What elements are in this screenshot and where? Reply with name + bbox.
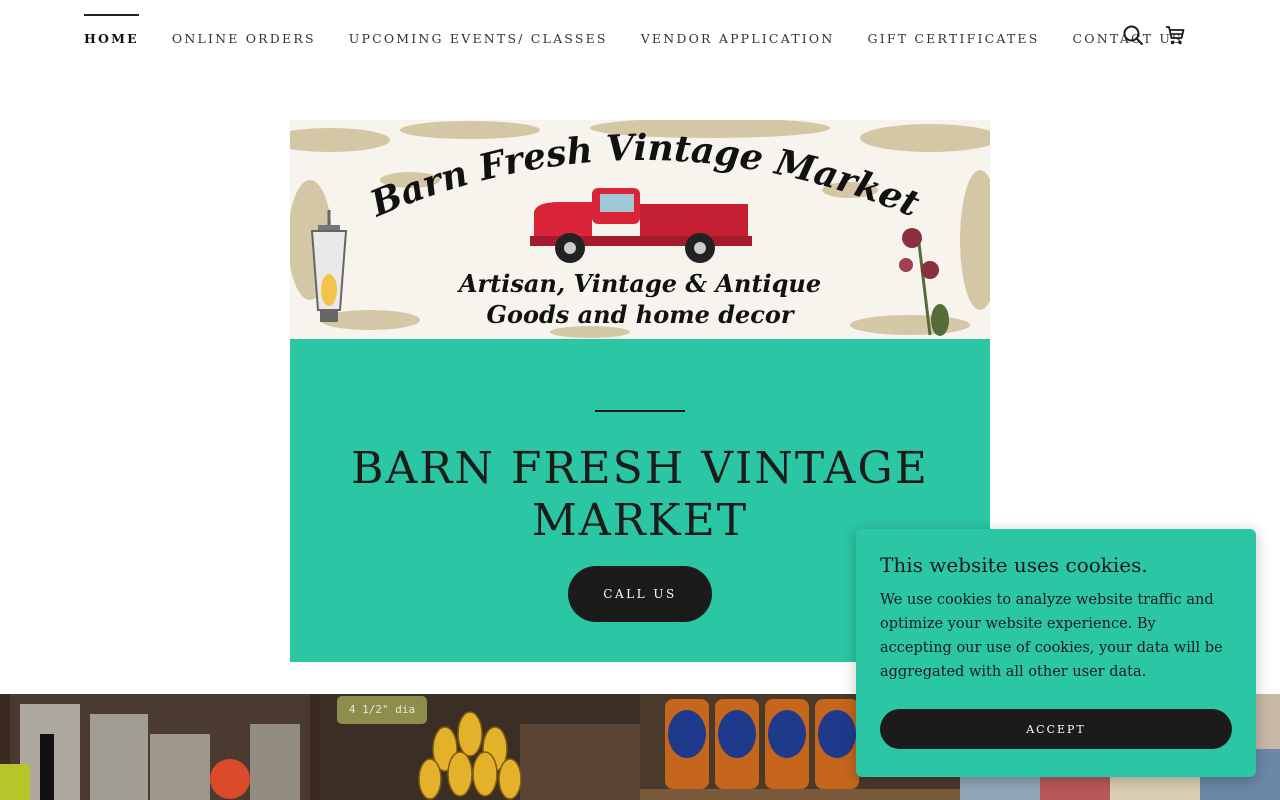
- nav-item-gift-certificates[interactable]: GIFT CERTIFICATES: [868, 14, 1040, 46]
- hero-banner-logo: Barn Fresh Vintage Market Artisan, Vinta…: [290, 120, 990, 339]
- size-tag: 4 1/2" dia: [337, 696, 427, 724]
- call-us-button[interactable]: CALL US: [568, 566, 712, 622]
- cookie-title: This website uses cookies.: [880, 553, 1148, 577]
- cart-icon[interactable]: [1164, 24, 1186, 46]
- search-icon[interactable]: [1122, 24, 1144, 46]
- nav-item-upcoming-events[interactable]: UPCOMING EVENTS/ CLASSES: [349, 14, 608, 46]
- nav-links: HOME ONLINE ORDERS UPCOMING EVENTS/ CLAS…: [84, 14, 1216, 46]
- banner-subline-2: Goods and home decor: [486, 300, 794, 329]
- nav-icons: [1122, 24, 1186, 46]
- hero-divider: [595, 410, 685, 412]
- nav-item-online-orders[interactable]: ONLINE ORDERS: [172, 14, 316, 46]
- cookie-consent-dialog: This website uses cookies. We use cookie…: [856, 529, 1256, 777]
- banner-subline-1: Artisan, Vintage & Antique: [458, 269, 822, 298]
- glassware-photo: [0, 694, 320, 800]
- gallery-tile-ornament[interactable]: 4 1/2" dia: [320, 694, 640, 800]
- top-navigation: HOME ONLINE ORDERS UPCOMING EVENTS/ CLAS…: [0, 0, 1280, 80]
- red-truck-icon: [530, 188, 752, 263]
- nav-item-home[interactable]: HOME: [84, 14, 139, 46]
- gallery-tile-glassware[interactable]: [0, 694, 320, 800]
- nav-item-vendor-application[interactable]: VENDOR APPLICATION: [641, 14, 835, 46]
- cookie-body-text: We use cookies to analyze website traffi…: [880, 592, 1223, 680]
- accept-cookies-button[interactable]: ACCEPT: [880, 709, 1232, 749]
